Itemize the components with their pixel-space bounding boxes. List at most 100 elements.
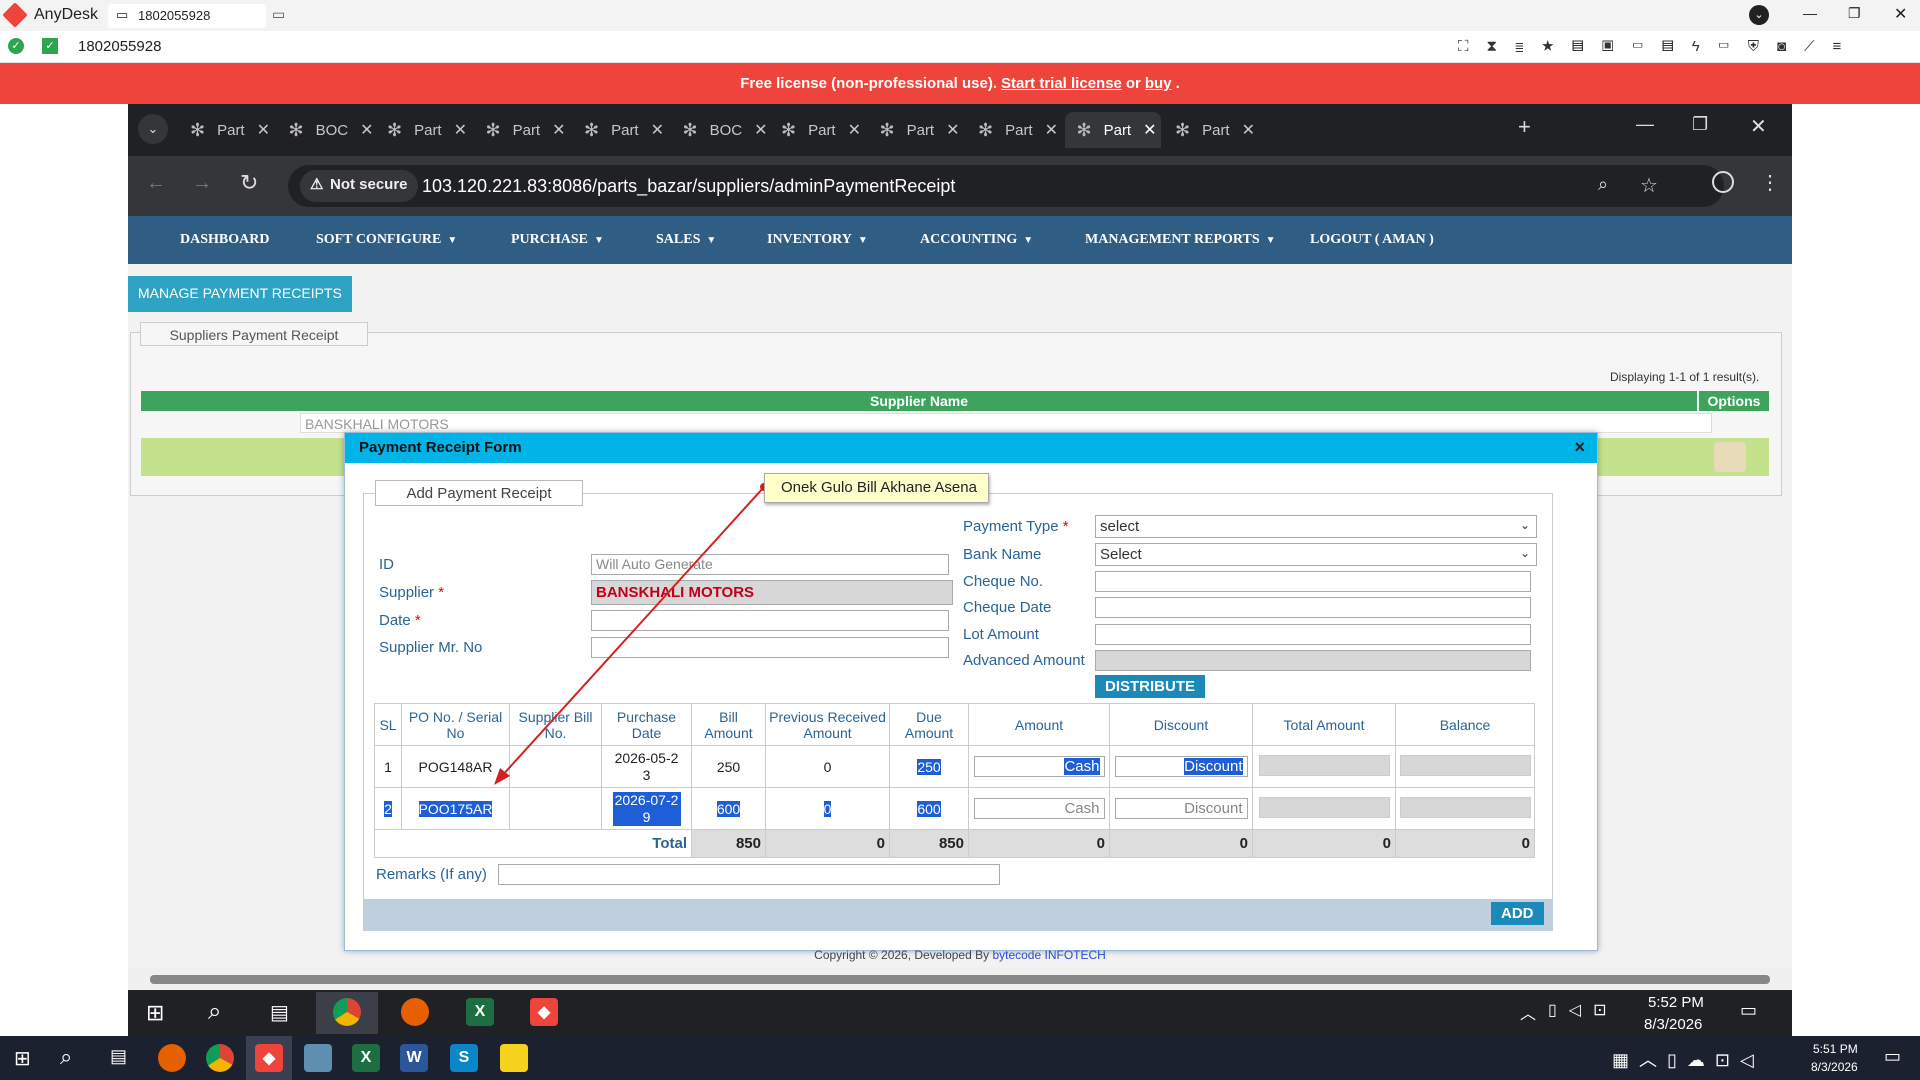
nav-dashboard[interactable]: DASHBOARD — [180, 232, 269, 248]
payment-type-select[interactable]: select ⌄ — [1095, 515, 1537, 538]
supplier-filter-input[interactable]: BANSKHALI MOTORS — [300, 413, 1712, 433]
browser-close-icon[interactable]: ✕ — [1750, 114, 1767, 139]
local-tray-icons[interactable]: ▦︿▯☁⊡◁ — [1612, 1046, 1764, 1072]
zoom-icon[interactable]: ⌕ — [1598, 174, 1608, 195]
local-start-icon[interactable]: ⊞ — [14, 1046, 31, 1071]
back-icon[interactable]: ← — [146, 172, 166, 195]
excel-icon[interactable]: X — [352, 1044, 380, 1072]
new-tab-icon[interactable]: + — [1518, 114, 1531, 140]
browser-tab[interactable]: ✻ BOC ✕ — [671, 112, 768, 148]
browser-tab[interactable]: ✻ Part ✕ — [572, 112, 669, 148]
firefox-icon[interactable] — [401, 998, 429, 1026]
browser-restore-icon[interactable]: ❐ — [1692, 114, 1708, 135]
browser-minimize-icon[interactable]: — — [1636, 114, 1654, 135]
tab-close-icon[interactable]: ✕ — [754, 120, 767, 140]
tab-close-icon[interactable]: ✕ — [848, 120, 861, 140]
notification-icon[interactable]: ▭ — [1740, 1000, 1757, 1021]
minimize-icon[interactable]: — — [1803, 5, 1817, 21]
excel-icon[interactable]: X — [466, 998, 494, 1026]
supplier-field[interactable]: BANSKHALI MOTORS — [591, 580, 953, 605]
id-field[interactable]: Will Auto Generate — [591, 554, 949, 575]
chrome-icon[interactable] — [206, 1044, 234, 1072]
sticky-notes-icon[interactable] — [500, 1044, 528, 1072]
amount-input[interactable]: Cash — [973, 798, 1105, 819]
tab-search-icon[interactable]: ⌄ — [138, 114, 168, 144]
nav-logout[interactable]: LOGOUT ( AMAN ) — [1310, 232, 1434, 248]
nav-purchase[interactable]: PURCHASE ▼ — [511, 232, 604, 248]
add-button[interactable]: ADD — [1491, 902, 1544, 925]
local-notification-icon[interactable]: ▭ — [1884, 1046, 1901, 1067]
tab-close-icon[interactable]: ✕ — [360, 120, 373, 140]
cheque-no-field[interactable] — [1095, 571, 1531, 592]
nav-inventory[interactable]: INVENTORY ▼ — [767, 232, 868, 248]
anydesk-icon[interactable]: ◆ — [530, 998, 558, 1026]
lot-amount-field[interactable] — [1095, 624, 1531, 645]
nav-soft-configure[interactable]: SOFT CONFIGURE ▼ — [316, 232, 457, 248]
horizontal-scrollbar[interactable] — [128, 968, 1792, 990]
amount-input[interactable]: Cash — [973, 756, 1105, 777]
local-task-view-icon[interactable]: ▤ — [110, 1046, 127, 1067]
table-row[interactable]: 1 POG148AR 2026-05-23 250 0 250 Cash Dis… — [374, 745, 1535, 788]
nav-management-reports[interactable]: MANAGEMENT REPORTS ▼ — [1085, 232, 1276, 248]
manage-payment-receipts-button[interactable]: MANAGE PAYMENT RECEIPTS — [128, 276, 352, 312]
browser-tab[interactable]: ✻ Part ✕ — [769, 112, 866, 148]
tab-close-icon[interactable]: ✕ — [1242, 120, 1255, 140]
edit-options-icon[interactable] — [1714, 442, 1746, 472]
tab-close-icon[interactable]: ✕ — [1143, 120, 1156, 140]
tab-close-icon[interactable]: ✕ — [651, 120, 664, 140]
task-view-icon[interactable]: ▤ — [270, 1000, 289, 1025]
browser-tab[interactable]: ✻ Part ✕ — [868, 112, 965, 148]
browser-tab[interactable]: ✻ Part ✕ — [474, 112, 571, 148]
nav-accounting[interactable]: ACCOUNTING ▼ — [920, 232, 1033, 248]
restore-icon[interactable]: ❐ — [1848, 5, 1861, 22]
omnibox[interactable]: ⚠ Not secure 103.120.221.83:8086/parts_b… — [288, 165, 1724, 207]
distribute-button[interactable]: DISTRIBUTE — [1095, 675, 1205, 698]
supplier-mr-field[interactable] — [591, 637, 949, 658]
new-session-icon[interactable]: ▭ — [272, 6, 285, 23]
reload-icon[interactable]: ↻ — [240, 170, 258, 196]
tab-close-icon[interactable]: ✕ — [454, 120, 467, 140]
download-icon[interactable]: ⌄ — [1749, 5, 1769, 25]
remote-address[interactable]: 1802055928 — [78, 38, 161, 55]
notepad-icon[interactable] — [304, 1044, 332, 1072]
tab-close-icon[interactable]: ✕ — [257, 120, 270, 140]
search-icon[interactable]: ⌕ — [208, 998, 221, 1026]
discount-input[interactable]: Discount — [1114, 756, 1248, 777]
profile-icon[interactable] — [1712, 171, 1734, 193]
tray-status-icons[interactable]: ▯◁⊡ — [1548, 1000, 1619, 1020]
url-text[interactable]: 103.120.221.83:8086/parts_bazar/supplier… — [422, 176, 955, 197]
browser-tab[interactable]: ✻ Part ✕ — [1064, 112, 1161, 148]
anydesk-toolbar-icons[interactable]: ⛶⧗≣★▤▣▭▤ϟ▭⛨◙⟋≡ — [1458, 38, 1898, 56]
anydesk-icon[interactable]: ◆ — [255, 1044, 283, 1072]
menu-kebab-icon[interactable]: ⋮ — [1760, 170, 1780, 195]
browser-tab[interactable]: ✻ Part ✕ — [1163, 112, 1260, 148]
browser-tab[interactable]: ✻ Part ✕ — [966, 112, 1063, 148]
bank-name-select[interactable]: Select ⌄ — [1095, 543, 1537, 566]
word-icon[interactable]: W — [400, 1044, 428, 1072]
company-link[interactable]: bytecode INFOTECH — [992, 948, 1105, 962]
date-field[interactable] — [591, 610, 949, 631]
close-icon[interactable]: ✕ — [1894, 4, 1907, 24]
dialog-close-icon[interactable]: × — [1574, 437, 1585, 458]
firefox-icon[interactable] — [158, 1044, 186, 1072]
tray-chevron-icon[interactable]: ︿ — [1520, 1000, 1536, 1024]
tab-close-icon[interactable]: ✕ — [1045, 120, 1058, 140]
security-chip[interactable]: ⚠ Not secure — [300, 170, 418, 202]
cheque-date-field[interactable] — [1095, 597, 1531, 618]
buy-link[interactable]: buy — [1145, 75, 1172, 92]
bookmark-star-icon[interactable]: ☆ — [1640, 173, 1658, 198]
chrome-icon[interactable] — [333, 998, 361, 1026]
browser-tab[interactable]: ✻ BOC ✕ — [277, 112, 374, 148]
trial-license-link[interactable]: Start trial license — [1001, 75, 1122, 92]
supplier-name-header[interactable]: Supplier Name — [141, 391, 1697, 411]
tab-close-icon[interactable]: ✕ — [552, 120, 565, 140]
local-search-icon[interactable]: ⌕ — [60, 1044, 72, 1070]
windows-start-icon[interactable]: ⊞ — [146, 1000, 164, 1026]
scrollbar-thumb[interactable] — [150, 975, 1770, 984]
app-s-icon[interactable]: S — [450, 1044, 478, 1072]
browser-tab[interactable]: ✻ Part ✕ — [178, 112, 275, 148]
session-tab[interactable]: ▭ 1802055928 — [108, 4, 266, 28]
browser-tab[interactable]: ✻ Part ✕ — [375, 112, 472, 148]
table-row[interactable]: 2 POO175AR 2026-07-29 600 0 600 Cash Dis… — [374, 787, 1535, 830]
discount-input[interactable]: Discount — [1114, 798, 1248, 819]
